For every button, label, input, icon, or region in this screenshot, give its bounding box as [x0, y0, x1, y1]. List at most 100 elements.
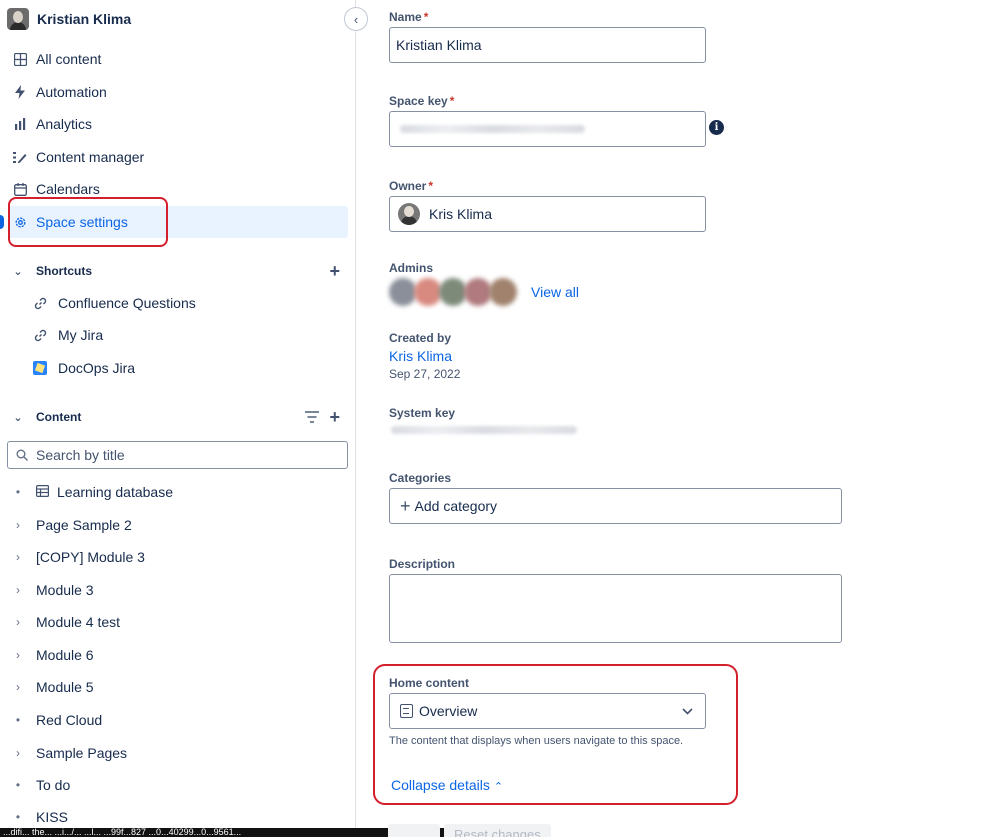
nav-label: Automation — [36, 84, 107, 100]
search-by-title[interactable] — [7, 441, 348, 469]
created-by-label: Created by — [389, 331, 452, 345]
section-title: Content — [36, 410, 82, 424]
link-icon — [30, 297, 50, 310]
add-shortcut-icon[interactable]: + — [329, 261, 340, 282]
admin-avatar[interactable] — [439, 278, 467, 306]
add-category-field[interactable]: + Add category — [389, 488, 842, 524]
bullet-icon: • — [15, 713, 21, 727]
lightning-icon — [10, 85, 30, 99]
chevron-right-icon[interactable]: › — [8, 680, 28, 694]
nav-label: Calendars — [36, 181, 100, 197]
admin-avatar[interactable] — [489, 278, 517, 306]
collapse-sidebar-button[interactable]: ‹ — [344, 7, 368, 31]
bar-chart-icon — [10, 118, 30, 130]
collapse-details-link[interactable]: Collapse details ⌃ — [391, 777, 503, 793]
shortcuts-header[interactable]: ⌄ Shortcuts + — [8, 257, 348, 285]
reset-changes-button[interactable]: Reset changes — [444, 824, 551, 837]
tree-item[interactable]: • Red Cloud — [8, 704, 102, 736]
admin-avatar[interactable] — [414, 278, 442, 306]
home-content-select[interactable]: Overview — [389, 693, 706, 729]
tree-label: KISS — [36, 809, 68, 825]
grid-icon — [10, 52, 30, 66]
chevron-down-icon[interactable]: ⌄ — [8, 411, 28, 424]
home-content-value: Overview — [419, 703, 478, 719]
tree-item[interactable]: › Sample Pages — [8, 737, 127, 769]
add-category-label: Add category — [414, 498, 498, 514]
name-value: Kristian Klima — [396, 37, 482, 53]
tree-item[interactable]: › Module 5 — [8, 671, 94, 703]
tree-label: Red Cloud — [36, 712, 103, 728]
blurred-space-key — [400, 125, 585, 133]
jira-icon — [30, 361, 50, 375]
owner-label: Owner * — [389, 179, 434, 193]
info-icon[interactable]: i — [709, 120, 724, 135]
active-indicator — [0, 215, 4, 229]
system-key-label: System key — [389, 406, 456, 420]
filter-icon[interactable] — [305, 407, 320, 428]
nav-automation[interactable]: Automation — [8, 76, 348, 108]
chevron-right-icon[interactable]: › — [8, 583, 28, 597]
tree-label: Sample Pages — [36, 745, 128, 761]
tree-item[interactable]: › Module 6 — [8, 639, 94, 671]
plus-icon: + — [400, 496, 411, 516]
tree-label: Module 5 — [36, 679, 94, 695]
shortcut-item[interactable]: My Jira — [30, 321, 103, 349]
created-date: Sep 27, 2022 — [389, 367, 461, 381]
home-content-helper: The content that displays when users nav… — [389, 735, 684, 747]
shortcut-item[interactable]: Confluence Questions — [30, 289, 196, 317]
add-content-icon[interactable]: + — [329, 407, 340, 428]
owner-avatar — [398, 203, 420, 225]
chevron-right-icon[interactable]: › — [8, 615, 28, 629]
owner-field[interactable]: Kris Klima — [389, 196, 706, 232]
admin-avatar[interactable] — [464, 278, 492, 306]
chevron-down-icon[interactable]: ⌄ — [8, 265, 28, 278]
categories-label: Categories — [389, 471, 452, 485]
name-field[interactable]: Kristian Klima — [389, 27, 706, 63]
nav-content-manager[interactable]: Content manager — [8, 141, 348, 173]
space-avatar — [7, 8, 29, 30]
nav-label: Content manager — [36, 149, 145, 165]
bullet-icon: • — [15, 810, 21, 824]
admin-avatar[interactable] — [389, 278, 417, 306]
tree-item[interactable]: › Page Sample 2 — [8, 509, 132, 541]
tree-label: [COPY] Module 3 — [36, 549, 145, 565]
owner-value: Kris Klima — [429, 206, 493, 222]
bullet-icon: • — [15, 778, 21, 792]
tree-label: Module 4 test — [36, 614, 121, 630]
tree-label: Module 3 — [36, 582, 94, 598]
description-label: Description — [389, 557, 456, 571]
space-header[interactable]: Kristian Klima — [7, 7, 131, 31]
tree-item[interactable]: › Module 3 — [8, 574, 94, 606]
tree-item[interactable]: • Learning database — [8, 476, 173, 508]
chevron-right-icon[interactable]: › — [8, 746, 28, 760]
save-button[interactable] — [388, 824, 440, 837]
link-icon — [30, 329, 50, 342]
blurred-system-key — [391, 426, 577, 434]
tree-item[interactable]: › Module 4 test — [8, 606, 120, 638]
chevron-right-icon[interactable]: › — [8, 518, 28, 532]
view-all-admins-link[interactable]: View all — [531, 284, 579, 300]
created-by-user-link[interactable]: Kris Klima — [389, 348, 452, 364]
search-input[interactable] — [36, 447, 326, 463]
chevron-right-icon[interactable]: › — [8, 550, 28, 564]
shortcut-label: DocOps Jira — [58, 360, 136, 376]
description-textarea[interactable] — [389, 574, 842, 643]
content-header[interactable]: ⌄ Content + — [8, 403, 348, 431]
tree-item[interactable]: › [COPY] Module 3 — [8, 541, 145, 573]
admins-avatars: View all — [389, 278, 579, 306]
sidebar: Kristian Klima All content Automation An… — [0, 0, 455, 837]
shortcut-label: My Jira — [58, 327, 104, 343]
space-key-field[interactable] — [389, 111, 706, 147]
tree-label: Page Sample 2 — [36, 517, 132, 533]
page-icon — [400, 704, 413, 718]
chevron-right-icon[interactable]: › — [8, 648, 28, 662]
shortcut-item[interactable]: DocOps Jira — [30, 354, 135, 382]
nav-all-content[interactable]: All content — [8, 43, 348, 75]
form-actions: Reset changes — [388, 824, 551, 837]
nav-analytics[interactable]: Analytics — [8, 108, 348, 140]
database-icon — [36, 484, 50, 500]
highlight-box-space-settings — [8, 197, 168, 247]
tree-label: Module 6 — [36, 647, 94, 663]
tree-item[interactable]: • To do — [8, 769, 70, 801]
name-label: Name * — [389, 10, 429, 24]
